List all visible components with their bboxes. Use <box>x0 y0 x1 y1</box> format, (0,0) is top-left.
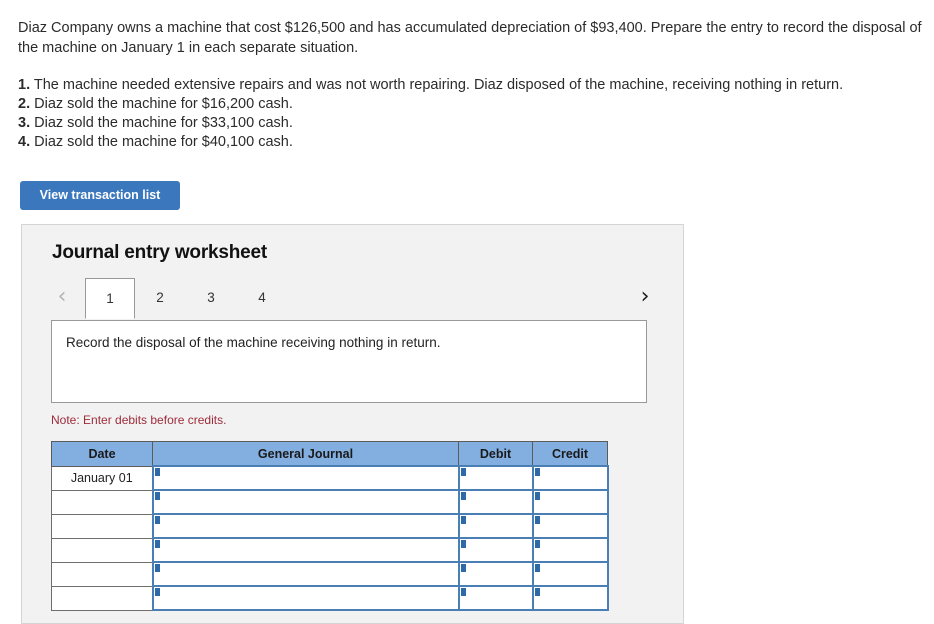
list-item: 3. Diaz sold the machine for $33,100 cas… <box>18 114 926 133</box>
cell-date-2 <box>51 490 153 515</box>
journal-entry-worksheet-panel: Journal entry worksheet ‹ › 1 2 3 4 Reco… <box>21 224 684 624</box>
cell-debit-3[interactable] <box>457 513 534 539</box>
cell-debit-5[interactable] <box>457 561 534 587</box>
table-row <box>51 489 609 515</box>
table-row <box>51 537 609 563</box>
situation-number: 1. <box>18 77 31 93</box>
cell-date-4 <box>51 538 153 563</box>
worksheet-tabstrip: ‹ › 1 2 3 4 <box>51 278 656 320</box>
situation-text: Diaz sold the machine for $16,200 cash. <box>34 96 293 112</box>
situation-text: Diaz sold the machine for $40,100 cash. <box>34 134 293 150</box>
situation-text: The machine needed extensive repairs and… <box>33 77 844 93</box>
table-row: January 01 <box>51 465 609 491</box>
cell-date-6 <box>51 586 153 611</box>
cell-credit-2[interactable] <box>531 489 609 515</box>
column-header-credit: Credit <box>532 441 608 467</box>
list-item: 2. Diaz sold the machine for $16,200 cas… <box>18 95 926 114</box>
cell-date-3 <box>51 514 153 539</box>
chevron-right-icon[interactable]: › <box>634 282 656 312</box>
tab-4[interactable]: 4 <box>237 278 287 319</box>
situation-number: 2. <box>18 96 31 112</box>
cell-journal-6[interactable] <box>151 585 460 611</box>
cell-journal-3[interactable] <box>151 513 460 539</box>
journal-entry-table: Date General Journal Debit Credit Januar… <box>51 441 609 611</box>
situation-text: Diaz sold the machine for $33,100 cash. <box>34 115 293 131</box>
cell-date-1: January 01 <box>51 466 153 491</box>
situation-number: 4. <box>18 134 31 150</box>
cell-journal-2[interactable] <box>151 489 460 515</box>
problem-statement: Diaz Company owns a machine that cost $1… <box>18 18 926 152</box>
cell-debit-4[interactable] <box>457 537 534 563</box>
tab-2[interactable]: 2 <box>135 278 185 319</box>
cell-journal-5[interactable] <box>151 561 460 587</box>
cell-credit-1[interactable] <box>531 465 609 491</box>
view-transaction-list-button[interactable]: View transaction list <box>20 181 180 210</box>
debits-before-credits-note: Note: Enter debits before credits. <box>51 413 227 427</box>
table-row <box>51 513 609 539</box>
list-item: 4. Diaz sold the machine for $40,100 cas… <box>18 133 926 152</box>
column-header-general-journal: General Journal <box>152 441 459 467</box>
cell-debit-2[interactable] <box>457 489 534 515</box>
cell-debit-6[interactable] <box>457 585 534 611</box>
table-header-row: Date General Journal Debit Credit <box>51 441 608 467</box>
transaction-description-text: Record the disposal of the machine recei… <box>66 335 441 350</box>
chevron-left-icon[interactable]: ‹ <box>51 282 73 312</box>
cell-debit-1[interactable] <box>457 465 534 491</box>
column-header-date: Date <box>51 441 153 467</box>
column-header-debit: Debit <box>458 441 533 467</box>
tab-1[interactable]: 1 <box>85 278 135 319</box>
cell-credit-3[interactable] <box>531 513 609 539</box>
problem-intro-text: Diaz Company owns a machine that cost $1… <box>18 20 922 56</box>
table-body: January 01 <box>51 465 609 611</box>
table-row <box>51 561 609 587</box>
page-title: Journal entry worksheet <box>52 242 268 263</box>
situations-list: 1. The machine needed extensive repairs … <box>18 76 926 152</box>
cell-journal-1[interactable] <box>151 465 460 491</box>
table-row <box>51 585 609 611</box>
cell-credit-4[interactable] <box>531 537 609 563</box>
tab-3[interactable]: 3 <box>186 278 236 319</box>
transaction-description-box: Record the disposal of the machine recei… <box>51 320 647 403</box>
list-item: 1. The machine needed extensive repairs … <box>18 76 926 95</box>
cell-credit-6[interactable] <box>531 585 609 611</box>
cell-date-5 <box>51 562 153 587</box>
situation-number: 3. <box>18 115 31 131</box>
cell-journal-4[interactable] <box>151 537 460 563</box>
cell-credit-5[interactable] <box>531 561 609 587</box>
